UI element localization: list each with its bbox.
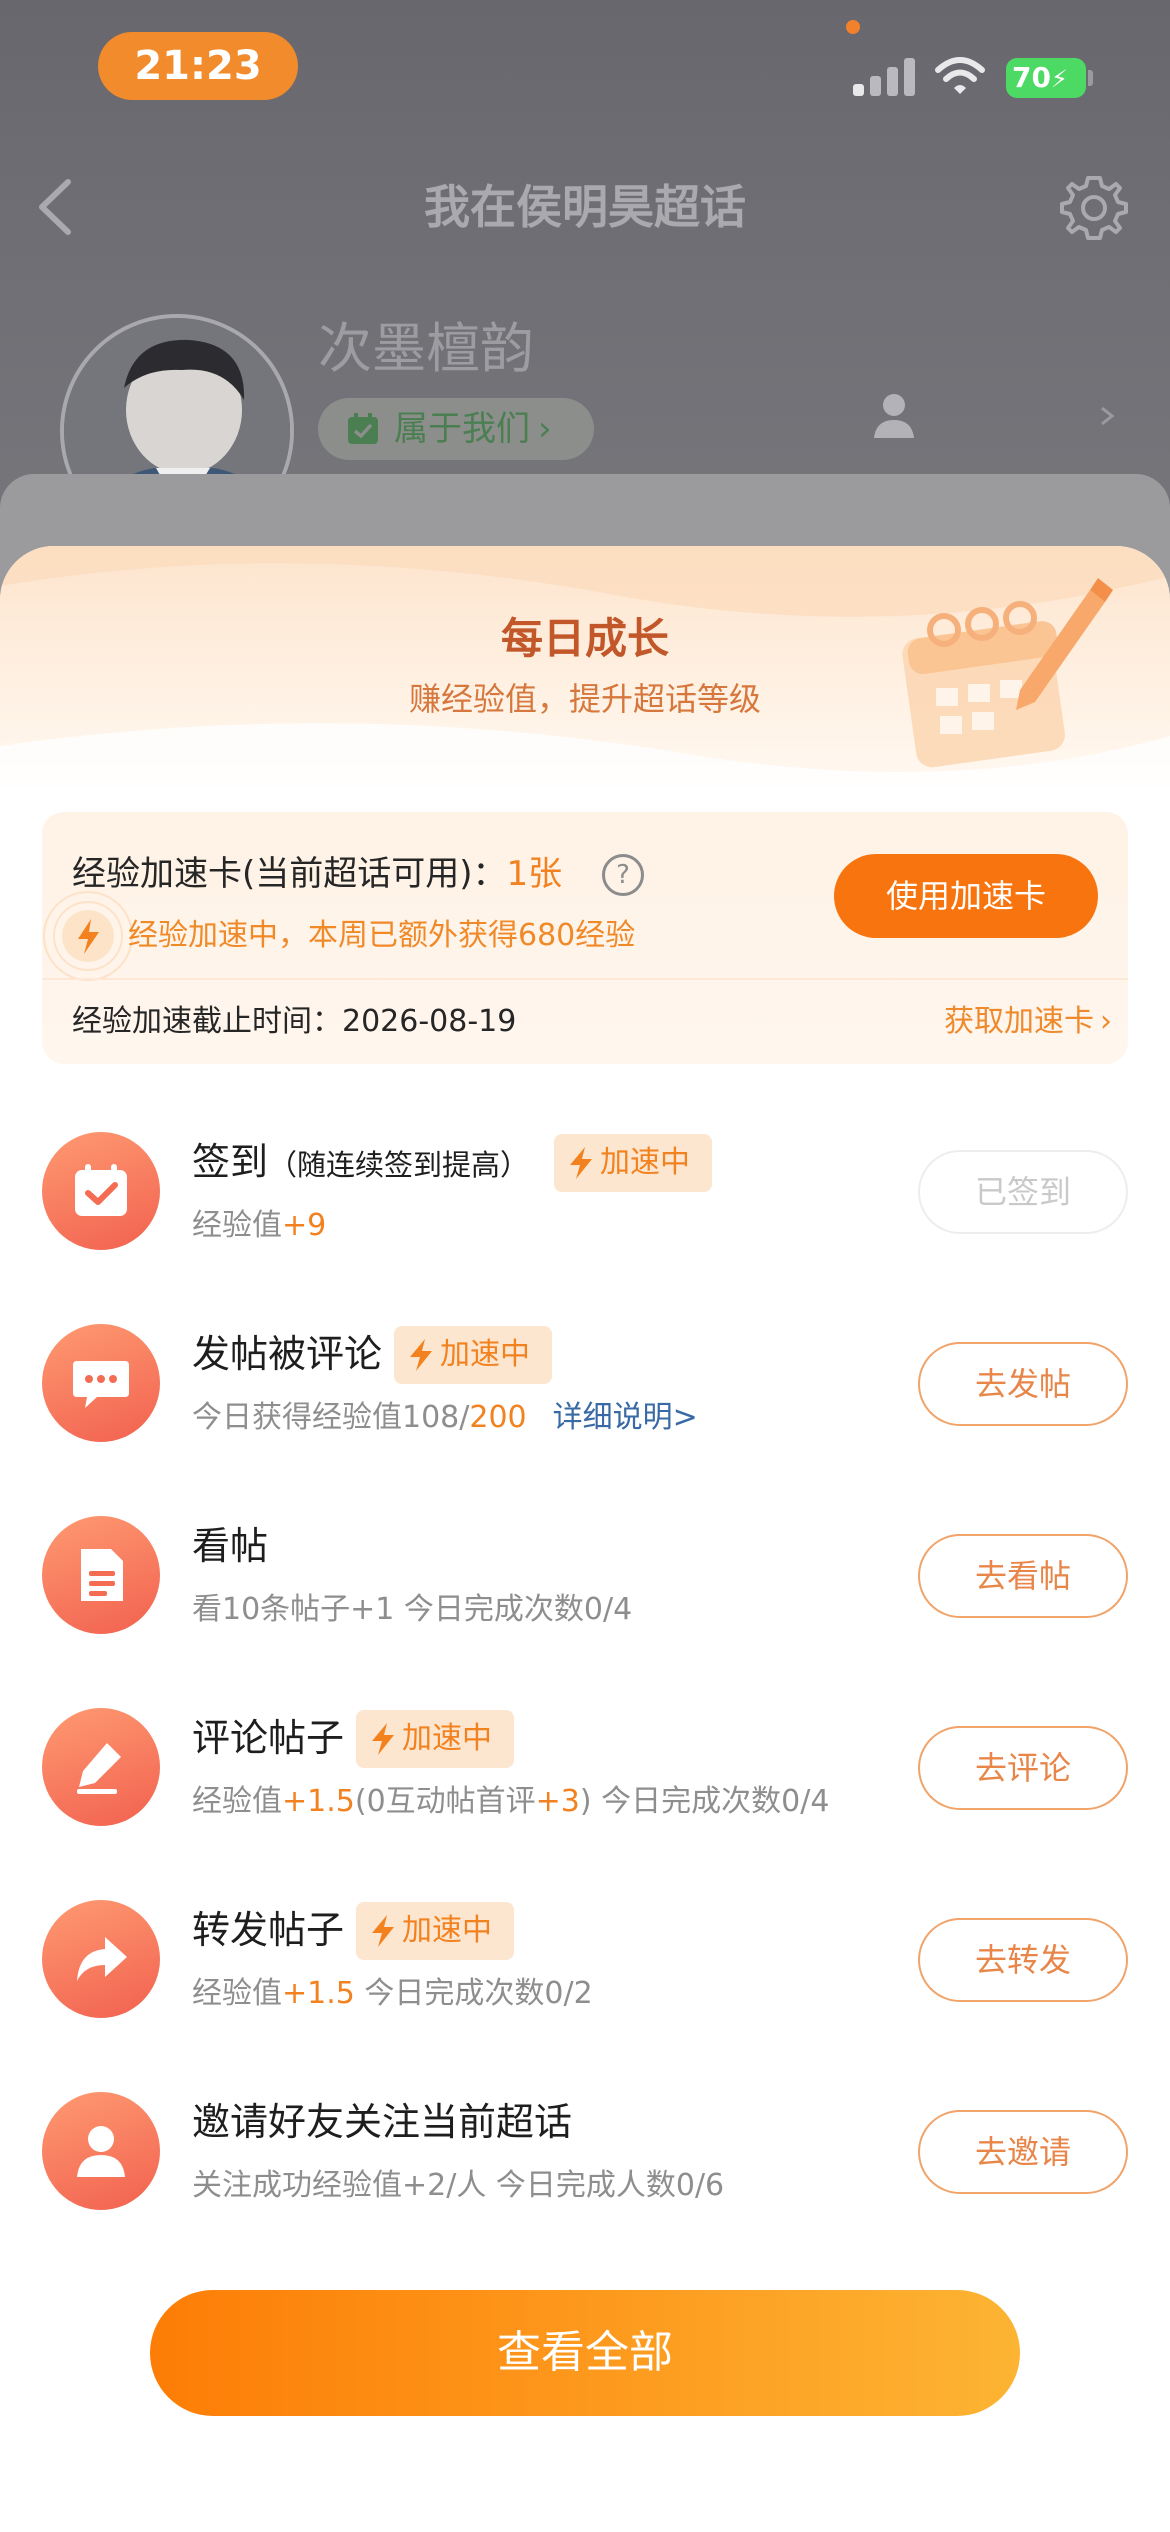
- task-title: 转发帖子: [192, 1908, 345, 1952]
- task-desc-value: +1.5: [282, 1784, 355, 1819]
- pen-icon: [42, 1708, 160, 1826]
- boost-badge-label: 加速中: [402, 1721, 492, 1756]
- task-desc-value: +9: [282, 1208, 327, 1243]
- task-desc-suffix: 今日完成次数0/2: [354, 1976, 593, 2011]
- task-desc: 经验值+1.5(0互动帖首评+3) 今日完成次数0/4: [192, 1778, 829, 1826]
- task-repost: 转发帖子 加速中 经验值+1.5 今日完成次数0/2 去转发: [0, 1878, 1170, 2038]
- task-desc-value: 200: [469, 1400, 527, 1435]
- sheet-subtitle: 赚经验值，提升超话等级: [408, 680, 761, 718]
- task-desc-value: +1.5: [282, 1976, 355, 2011]
- task-desc-value-2: +3: [535, 1784, 580, 1819]
- task-title-text: 签到: [192, 1140, 269, 1184]
- battery-level: 70: [1012, 61, 1051, 94]
- calendar-icon: [348, 413, 378, 444]
- get-speed-card-label: 获取加速卡: [944, 1004, 1094, 1039]
- chat-bubble-icon: [42, 1324, 160, 1442]
- task-desc: 关注成功经验值+2/人 今日完成人数0/6: [192, 2168, 725, 2203]
- person-icon[interactable]: [872, 392, 916, 440]
- battery-tip: [1088, 70, 1093, 86]
- document-icon: [42, 1516, 160, 1634]
- task-desc-mid: (0互动帖首评: [354, 1784, 536, 1819]
- signal-icon: [853, 58, 915, 96]
- boost-badge-label: 加速中: [440, 1337, 530, 1372]
- task-title: 评论帖子: [192, 1716, 345, 1760]
- signed-in-button[interactable]: 已签到: [918, 1150, 1128, 1234]
- nav-title: 我在侯明昊超话: [424, 180, 746, 234]
- task-desc-prefix: 今日获得经验值108/: [192, 1400, 470, 1435]
- task-comment-posts: 评论帖子 加速中 经验值+1.5(0互动帖首评+3) 今日完成次数0/4 去评论: [0, 1686, 1170, 1846]
- go-invite-button[interactable]: 去邀请: [918, 2110, 1128, 2194]
- task-view-posts: 看帖 看10条帖子+1 今日完成次数0/4 去看帖: [0, 1494, 1170, 1654]
- task-title-note: （随连续签到提高）: [268, 1148, 530, 1182]
- recording-dot-icon: [846, 20, 860, 34]
- task-title: 邀请好友关注当前超话: [192, 2100, 573, 2144]
- task-post-commented: 发帖被评论 加速中 今日获得经验值108/200 详细说明> 去发帖: [0, 1302, 1170, 1462]
- sheet-header: 每日成长 赚经验值，提升超话等级: [0, 546, 1170, 786]
- boost-badge: 加速中: [554, 1134, 712, 1192]
- task-title: 发帖被评论: [192, 1332, 383, 1376]
- detail-link[interactable]: 详细说明>: [553, 1400, 698, 1435]
- task-desc: 经验值+9: [192, 1202, 326, 1250]
- belong-label: 属于我们: [394, 409, 530, 449]
- go-post-button[interactable]: 去发帖: [918, 1342, 1128, 1426]
- task-title: 签到（随连续签到提高）: [192, 1132, 529, 1192]
- task-desc-suffix: ) 今日完成次数0/4: [579, 1784, 830, 1819]
- boost-badge: 加速中: [394, 1326, 552, 1384]
- boost-badge: 加速中: [356, 1902, 514, 1960]
- go-comment-button[interactable]: 去评论: [918, 1726, 1128, 1810]
- task-desc: 今日获得经验值108/200 详细说明>: [192, 1394, 698, 1442]
- task-desc: 看10条帖子+1 今日完成次数0/4: [192, 1592, 633, 1627]
- task-desc-prefix: 经验值: [192, 1976, 282, 2011]
- speed-card-count: 1张: [506, 854, 563, 894]
- task-sign-in: 签到（随连续签到提高） 加速中 经验值+9 已签到: [0, 1110, 1170, 1270]
- help-icon[interactable]: ?: [602, 854, 644, 896]
- gear-icon[interactable]: [1058, 172, 1130, 244]
- back-arrow-icon[interactable]: [30, 172, 80, 242]
- task-title: 看帖: [192, 1524, 269, 1568]
- status-time: 21:23: [98, 32, 298, 100]
- view-all-button[interactable]: 查看全部: [150, 2290, 1020, 2416]
- super-topic-page: 21:23 70⚡ 我在侯明昊超话 次墨檀韵 属于我们 › 每日成长 赚经验值，…: [0, 0, 1170, 2532]
- task-invite-friends: 邀请好友关注当前超话 关注成功经验值+2/人 今日完成人数0/6 去邀请: [0, 2070, 1170, 2230]
- task-desc-prefix: 经验值: [192, 1208, 282, 1243]
- get-speed-card-link[interactable]: 获取加速卡 ›: [862, 998, 1112, 1046]
- chevron-right-icon[interactable]: [1098, 404, 1116, 428]
- go-view-button[interactable]: 去看帖: [918, 1534, 1128, 1618]
- daily-growth-sheet: 每日成长 赚经验值，提升超话等级 经验加速卡(当前超话可用)：1张 ? 使用加速…: [0, 546, 1170, 2532]
- speed-card-divider: [42, 978, 1128, 980]
- boost-badge-label: 加速中: [600, 1145, 690, 1180]
- sheet-title: 每日成长: [500, 614, 669, 663]
- task-desc-prefix: 经验值: [192, 1784, 282, 1819]
- wifi-icon: [935, 57, 985, 94]
- calendar-pencil-icon: [902, 578, 1113, 768]
- boost-badge: 加速中: [356, 1710, 514, 1768]
- speed-card: 经验加速卡(当前超话可用)：1张 ? 使用加速卡 经验加速中，本周已额外获得68…: [42, 812, 1128, 1064]
- share-arrow-icon: [42, 1900, 160, 2018]
- profile-name: 次墨檀韵: [318, 317, 534, 380]
- use-speed-card-button[interactable]: 使用加速卡: [834, 854, 1098, 938]
- go-repost-button[interactable]: 去转发: [918, 1918, 1128, 2002]
- boost-badge-label: 加速中: [402, 1913, 492, 1948]
- belong-pill[interactable]: 属于我们 ›: [318, 398, 594, 460]
- speed-status-text: 经验加速中，本周已额外获得680经验: [128, 918, 636, 953]
- task-desc: 经验值+1.5 今日完成次数0/2: [192, 1970, 593, 2018]
- user-icon: [42, 2092, 160, 2210]
- lightning-icon: [62, 910, 114, 962]
- calendar-check-icon: [42, 1132, 160, 1250]
- battery-icon: 70⚡: [1006, 58, 1086, 98]
- speed-card-title: 经验加速卡(当前超话可用)：1张: [72, 848, 672, 900]
- speed-deadline: 经验加速截止时间：2026-08-19: [72, 1004, 517, 1039]
